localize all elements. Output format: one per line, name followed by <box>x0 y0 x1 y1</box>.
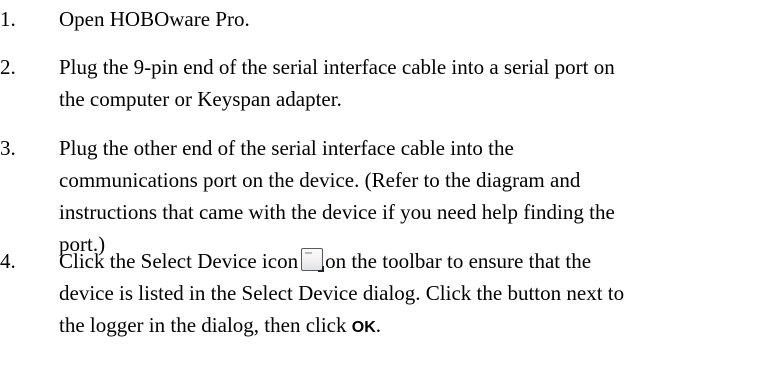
step-text: Open HOBOware Pro. <box>59 3 759 35</box>
step-line: the computer or Keyspan adapter. <box>59 87 342 111</box>
step-number: 4. <box>0 249 16 273</box>
step-line: Plug the 9-pin end of the serial interfa… <box>59 55 615 79</box>
step-text: Plug the other end of the serial interfa… <box>59 132 759 260</box>
ok-button-label: OK <box>351 319 376 336</box>
step-line: the logger in the dialog, then click OK. <box>59 309 759 344</box>
step-line-segment: on the toolbar to ensure that the <box>325 249 592 273</box>
step-line: Click the Select Device icon on the toolb… <box>59 245 759 277</box>
step-line: Plug the other end of the serial interfa… <box>59 136 514 160</box>
select-device-icon <box>301 248 325 272</box>
step-line: communications port on the device. (Refe… <box>59 168 581 192</box>
step-line: instructions that came with the device i… <box>59 200 615 224</box>
step-line-segment: the logger in the dialog, then click <box>59 313 347 337</box>
step-line-segment: . <box>375 313 381 337</box>
step-text: Plug the 9-pin end of the serial interfa… <box>59 51 759 115</box>
step-line: Open HOBOware Pro. <box>59 7 250 31</box>
step-line-segment: Click the Select Device icon <box>59 249 299 273</box>
step-number: 3. <box>0 136 16 160</box>
step-number: 1. <box>0 7 16 31</box>
step-number: 2. <box>0 55 16 79</box>
step-line: device is listed in the Select Device di… <box>59 281 625 305</box>
step-text: Click the Select Device icon on the toolb… <box>59 245 759 344</box>
